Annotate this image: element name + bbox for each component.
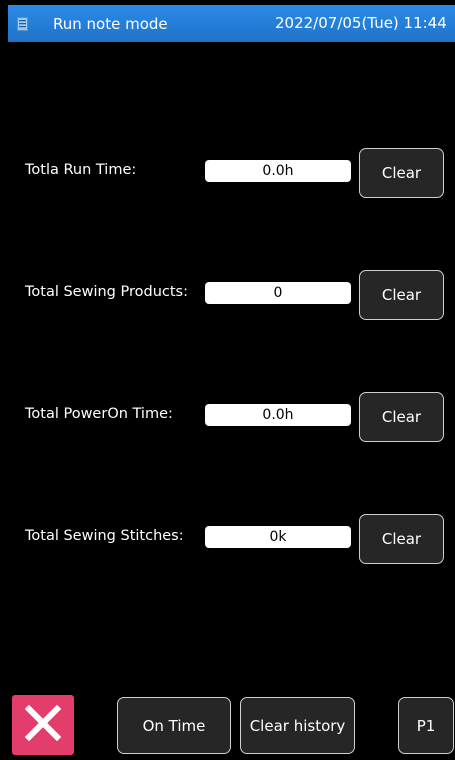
poweron-time-label: Total PowerOn Time: [25,406,173,422]
close-icon [23,703,63,747]
run-time-label: Totla Run Time: [25,162,137,178]
datetime-display: 2022/07/05(Tue) 11:44 [275,14,447,32]
clear-run-time-button[interactable]: Clear [359,148,444,198]
poweron-time-row: Total PowerOn Time: 0.0h Clear [0,392,455,442]
close-button[interactable] [12,695,74,755]
sewing-stitches-label: Total Sewing Stitches: [25,528,184,544]
sewing-products-label: Total Sewing Products: [25,284,188,300]
page-button[interactable]: P1 [398,697,454,754]
poweron-time-value: 0.0h [205,404,351,426]
clear-sewing-stitches-button[interactable]: Clear [359,514,444,564]
document-icon [16,16,29,32]
run-time-row: Totla Run Time: 0.0h Clear [0,148,455,198]
clear-history-button[interactable]: Clear history [240,697,355,754]
page-title: Run note mode [53,14,168,33]
title-bar: Run note mode 2022/07/05(Tue) 11:44 [8,5,455,42]
run-time-value: 0.0h [205,160,351,182]
sewing-stitches-value: 0k [205,526,351,548]
clear-sewing-products-button[interactable]: Clear [359,270,444,320]
sewing-stitches-row: Total Sewing Stitches: 0k Clear [0,514,455,564]
clear-poweron-time-button[interactable]: Clear [359,392,444,442]
sewing-products-value: 0 [205,282,351,304]
on-time-button[interactable]: On Time [117,697,231,754]
sewing-products-row: Total Sewing Products: 0 Clear [0,270,455,320]
